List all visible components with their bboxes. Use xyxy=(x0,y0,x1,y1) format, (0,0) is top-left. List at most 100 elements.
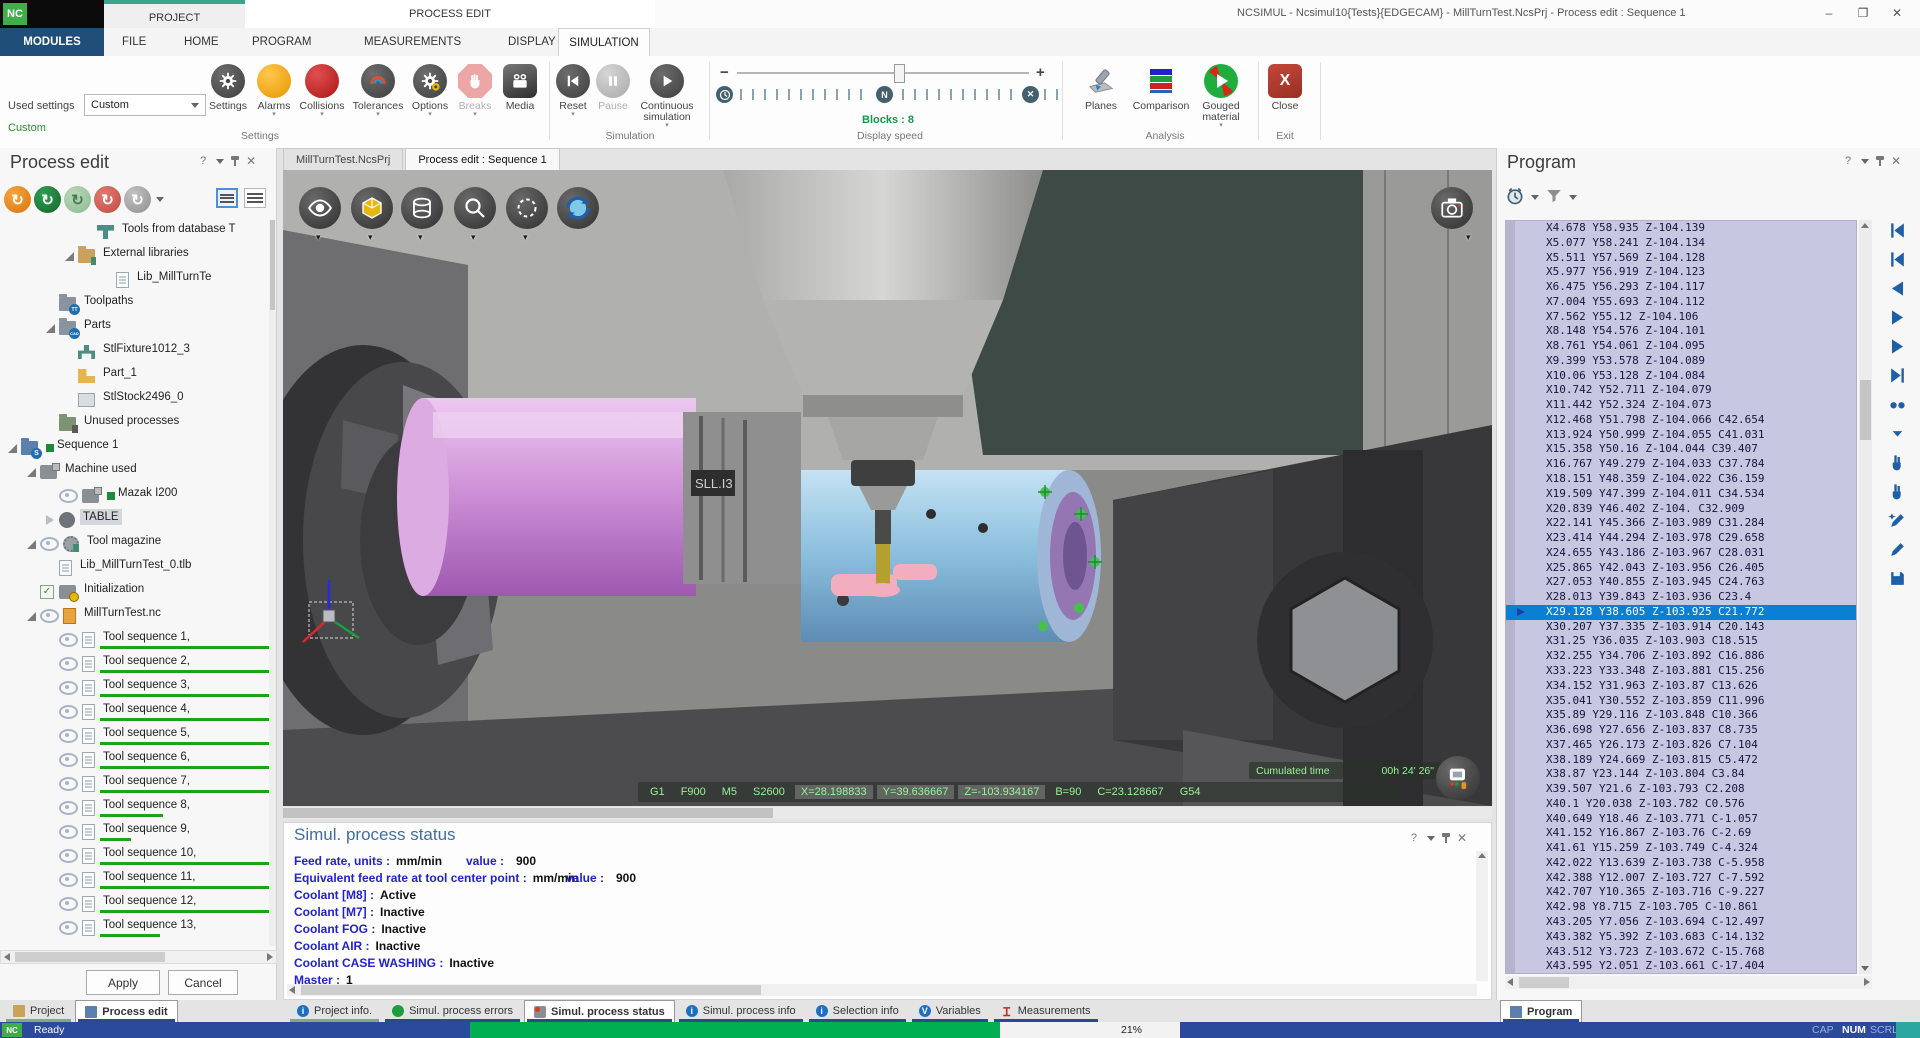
visibility-eye-icon[interactable] xyxy=(40,537,59,551)
tree-item-label[interactable]: Toolpaths xyxy=(81,293,136,309)
program-line[interactable]: X16.767 Y49.279 Z-104.033 C37.784 xyxy=(1506,457,1856,472)
speed-n-badge[interactable]: N xyxy=(876,86,893,103)
play-forward-icon[interactable] xyxy=(1886,307,1908,327)
step-back-icon[interactable] xyxy=(1886,278,1908,298)
program-line[interactable]: X39.507 Y21.6 Z-103.793 C2.208 xyxy=(1506,782,1856,797)
restore-button[interactable]: ❐ xyxy=(1847,3,1879,23)
expand-icon[interactable] xyxy=(27,540,36,549)
tab-file[interactable]: FILE xyxy=(108,28,160,56)
edit-star-icon[interactable] xyxy=(1886,510,1908,530)
tree-item[interactable]: Tool sequence 5, xyxy=(0,724,270,748)
pin-icon[interactable] xyxy=(1879,157,1881,166)
tree-item[interactable]: Unused processes xyxy=(0,412,270,436)
viewport-horizontal-scrollbar[interactable] xyxy=(283,807,1492,819)
pin-icon[interactable] xyxy=(234,157,236,166)
program-line[interactable]: X36.698 Y27.656 Z-103.837 C8.735 xyxy=(1506,723,1856,738)
program-line[interactable]: X15.358 Y50.16 Z-104.044 C39.407 xyxy=(1506,442,1856,457)
program-line[interactable]: X23.414 Y44.294 Z-103.978 C29.658 xyxy=(1506,531,1856,546)
program-line[interactable]: X35.89 Y29.116 Z-103.848 C10.366 xyxy=(1506,708,1856,723)
tolerances-button[interactable]: Tolerances ▾ xyxy=(349,64,407,118)
program-line[interactable]: X41.61 Y15.259 Z-103.749 C-4.324 xyxy=(1506,841,1856,856)
program-line[interactable]: X34.152 Y31.963 Z-103.87 C13.626 xyxy=(1506,679,1856,694)
tab-program-bottom[interactable]: Program xyxy=(1500,1000,1582,1022)
tree-item-label[interactable]: MillTurnTest.nc xyxy=(81,605,164,621)
pin-icon[interactable] xyxy=(1445,834,1447,843)
tree-item-label[interactable]: StlFixture1012_3 xyxy=(100,341,193,357)
time-mode-dropdown-icon[interactable] xyxy=(1531,195,1539,200)
edit-pencil-icon[interactable] xyxy=(1886,539,1908,559)
program-line[interactable]: X40.649 Y18.46 Z-103.771 C-1.057 xyxy=(1506,812,1856,827)
tree-item[interactable]: Tool sequence 11, xyxy=(0,868,270,892)
program-line[interactable]: X42.98 Y8.715 Z-103.705 C-10.861 xyxy=(1506,900,1856,915)
program-line[interactable]: X7.562 Y55.12 Z-104.106 xyxy=(1506,310,1856,325)
tree-item[interactable]: Tool sequence 13, xyxy=(0,916,270,940)
tab-project[interactable]: Project xyxy=(4,1000,73,1022)
hand-remove-icon[interactable] xyxy=(1886,481,1908,501)
panel-close-icon[interactable]: ✕ xyxy=(1891,154,1901,168)
planes-button[interactable]: Planes xyxy=(1072,64,1130,112)
tree-item[interactable]: Part_1 xyxy=(0,364,270,388)
program-line[interactable]: X7.004 Y55.693 Z-104.112 xyxy=(1506,295,1856,310)
view-mode-list-button[interactable] xyxy=(244,188,266,208)
tree-item-label[interactable]: StlStock2496_0 xyxy=(100,389,187,405)
skip-start-filter-icon[interactable] xyxy=(1886,249,1908,269)
step-forward-filter-icon[interactable] xyxy=(1886,336,1908,356)
tab-project-info-[interactable]: iProject info. xyxy=(288,1000,381,1022)
tree-item-label[interactable]: Tool sequence 4, xyxy=(100,701,193,717)
visibility-eye-icon[interactable] xyxy=(40,609,59,623)
recalc-red-button[interactable]: ↻ xyxy=(94,186,121,213)
selection-dashed-circle-button[interactable] xyxy=(506,187,548,229)
tab-simulation[interactable]: SIMULATION xyxy=(558,28,650,56)
tab-measurements[interactable]: MEASUREMENTS xyxy=(350,28,475,56)
tab-simul-process-status[interactable]: Simul. process status xyxy=(524,1000,675,1022)
visibility-eye-icon[interactable] xyxy=(59,777,78,791)
status-horizontal-scrollbar[interactable] xyxy=(287,984,1477,996)
program-line[interactable]: X33.223 Y33.348 Z-103.881 C15.256 xyxy=(1506,664,1856,679)
tree-item-label[interactable]: External libraries xyxy=(100,245,192,261)
program-line[interactable]: X12.468 Y51.798 Z-104.066 C42.654 xyxy=(1506,413,1856,428)
visibility-eye-icon[interactable] xyxy=(59,849,78,863)
media-button[interactable]: Media xyxy=(491,64,549,112)
expand-icon[interactable] xyxy=(46,324,55,333)
gcode-list[interactable]: X4.678 Y58.935 Z-104.139X5.077 Y58.241 Z… xyxy=(1505,220,1857,974)
tree-item[interactable]: Parts xyxy=(0,316,270,340)
gouged-material-button[interactable]: Gouged material ▾ xyxy=(1190,64,1252,129)
speed-slider-track[interactable] xyxy=(737,72,1029,74)
recalc-options-button[interactable]: ↻ xyxy=(124,186,151,213)
cancel-button[interactable]: Cancel xyxy=(168,970,238,995)
tree-item-label[interactable]: Lib_MillTurnTest_0.tlb xyxy=(77,557,194,573)
tree-item-label[interactable]: Tool sequence 13, xyxy=(100,917,199,933)
visibility-eye-icon[interactable] xyxy=(59,705,78,719)
visibility-eye-icon[interactable] xyxy=(59,681,78,695)
speed-x-badge[interactable]: ✕ xyxy=(1022,86,1039,103)
program-line[interactable]: X8.148 Y54.576 Z-104.101 xyxy=(1506,324,1856,339)
expand-icon[interactable] xyxy=(46,515,54,525)
tree-item[interactable]: ✓Initialization xyxy=(0,580,270,604)
tab-measurements[interactable]: ꞮMeasurements xyxy=(992,1000,1100,1022)
zoom-magnifier-button[interactable] xyxy=(454,187,496,229)
tree-item[interactable]: Toolpaths xyxy=(0,292,270,316)
filter-icon[interactable] xyxy=(1545,187,1563,208)
filter-dropdown-icon[interactable] xyxy=(1569,195,1577,200)
panel-help-icon[interactable]: ? xyxy=(1411,832,1417,844)
tree-item[interactable]: StlFixture1012_3 xyxy=(0,340,270,364)
program-line[interactable]: X38.189 Y24.669 Z-103.815 C5.472 xyxy=(1506,753,1856,768)
tree-item-label[interactable]: Initialization xyxy=(81,581,147,597)
program-horizontal-scrollbar[interactable] xyxy=(1505,976,1872,989)
panel-close-icon[interactable]: ✕ xyxy=(246,154,256,168)
program-line[interactable]: X29.128 Y38.605 Z-103.925 C21.772 xyxy=(1506,605,1856,620)
visibility-eye-icon[interactable] xyxy=(59,633,78,647)
panel-help-icon[interactable]: ? xyxy=(1845,155,1851,167)
tree-item[interactable]: Tool sequence 1, xyxy=(0,628,270,652)
tree-item[interactable]: Tool sequence 2, xyxy=(0,652,270,676)
tree-item-label[interactable]: Tool magazine xyxy=(84,533,164,549)
panel-menu-icon[interactable] xyxy=(1861,159,1869,164)
tree-item[interactable]: Lib_MillTurnTe xyxy=(0,268,270,292)
skip-start-icon[interactable] xyxy=(1886,220,1908,240)
program-line[interactable]: X22.141 Y45.366 Z-103.989 C31.284 xyxy=(1506,516,1856,531)
clock-speed-icon[interactable] xyxy=(716,86,733,103)
tree-item[interactable]: Tool sequence 9, xyxy=(0,820,270,844)
tree-vertical-scrollbar[interactable] xyxy=(269,220,276,946)
tree-item-label[interactable]: Tool sequence 5, xyxy=(100,725,193,741)
tree-item[interactable]: MillTurnTest.nc xyxy=(0,604,270,628)
